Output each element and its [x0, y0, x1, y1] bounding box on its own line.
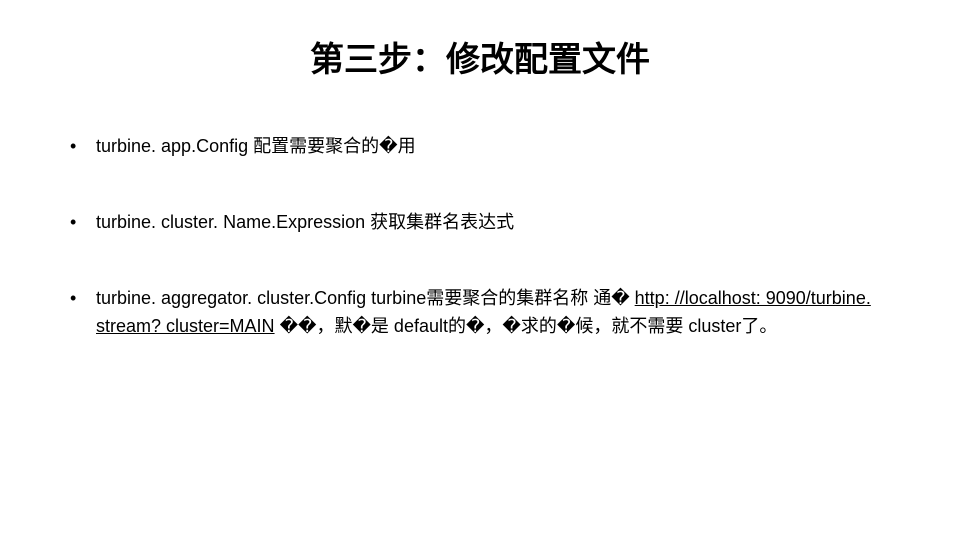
bullet-text-3b: ��，默�是 default的�，�求的�候，就不需要 cluster了。 [275, 316, 778, 336]
bullet-text-1: 配置需要聚合的�用 [248, 136, 415, 156]
list-item: turbine. app.Config 配置需要聚合的�用 [60, 133, 900, 161]
list-item: turbine. cluster. Name.Expression 获取集群名表… [60, 209, 900, 237]
bullet-text-2: 获取集群名表达式 [365, 212, 514, 232]
slide-content: turbine. app.Config 配置需要聚合的�用 turbine. c… [60, 133, 900, 341]
bullet-list: turbine. app.Config 配置需要聚合的�用 turbine. c… [60, 133, 900, 341]
slide-title: 第三步：修改配置文件 [60, 32, 900, 81]
bullet-text-3a: turbine需要聚合的集群名称 通� [366, 288, 635, 308]
config-key-1: turbine. app.Config [96, 136, 248, 156]
list-item: turbine. aggregator. cluster.Config turb… [60, 285, 900, 341]
slide-container: 第三步：修改配置文件 turbine. app.Config 配置需要聚合的�用… [0, 0, 960, 540]
config-key-3: turbine. aggregator. cluster.Config [96, 288, 366, 308]
config-key-2: turbine. cluster. Name.Expression [96, 212, 365, 232]
